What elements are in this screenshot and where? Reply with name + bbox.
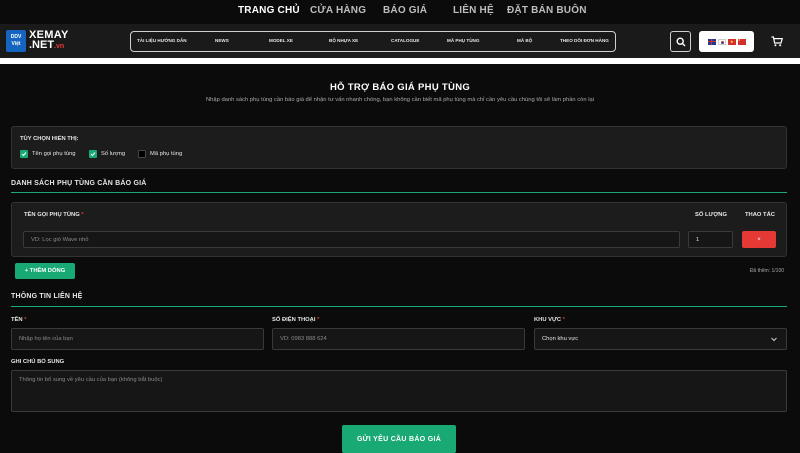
- flag-cn-icon[interactable]: ★: [737, 38, 746, 45]
- logo-badge: DDV Việt: [6, 30, 26, 52]
- phone-input[interactable]: VD: 0983 888 624: [272, 328, 525, 350]
- menu-news[interactable]: NEWS: [215, 38, 229, 43]
- phone-label: SỐ ĐIỆN THOẠI *: [272, 317, 320, 323]
- contact-section-title: THÔNG TIN LIÊN HỆ: [11, 293, 83, 300]
- menu-model[interactable]: MODEL XE: [269, 38, 293, 43]
- menu-catalogue[interactable]: CATALOGUE: [391, 38, 419, 43]
- parts-section-title: DANH SÁCH PHỤ TÙNG CẦN BÁO GIÁ: [11, 180, 147, 187]
- site-logo[interactable]: DDV Việt XEMAY .NET.vn: [6, 29, 69, 53]
- display-options-panel: TÙY CHỌN HIỂN THỊ: Tên gọi phụ tùng Số l…: [11, 126, 787, 169]
- cart-icon: [771, 36, 783, 47]
- menu-body-kit[interactable]: BỘ NHỰA XE: [329, 38, 358, 43]
- category-menu: TÀI LIỆU HƯỚNG DẪN NEWS MODEL XE BỘ NHỰA…: [130, 31, 616, 52]
- search-button[interactable]: [670, 31, 691, 52]
- note-textarea[interactable]: Thông tin bổ sung về yêu cầu của bạn (kh…: [11, 370, 787, 412]
- menu-docs[interactable]: TÀI LIỆU HƯỚNG DẪN: [137, 38, 187, 43]
- display-options-title: TÙY CHỌN HIỂN THỊ:: [20, 136, 79, 142]
- menu-part-code[interactable]: MÃ PHỤ TÙNG: [447, 38, 479, 43]
- check-icon: [90, 152, 96, 157]
- flag-vn-icon[interactable]: ★: [727, 38, 736, 45]
- option-part-name[interactable]: Tên gọi phụ tùng: [20, 150, 76, 158]
- region-label: KHU VỰC *: [534, 317, 565, 323]
- cart-button[interactable]: [762, 31, 792, 52]
- part-name-input[interactable]: VD: Lọc gió Wave nhỏ: [23, 231, 680, 248]
- check-icon: [21, 152, 27, 157]
- menu-order-tracking[interactable]: THEO DÕI ĐƠN HÀNG: [560, 38, 609, 43]
- nav-home[interactable]: TRANG CHỦ: [238, 5, 300, 16]
- menu-kit-code[interactable]: MÃ BỘ: [517, 38, 532, 43]
- submit-quote-button[interactable]: GỬI YÊU CẦU BÁO GIÁ: [342, 425, 456, 453]
- nav-quote[interactable]: BÁO GIÁ: [383, 5, 427, 16]
- page-title: HỖ TRỢ BÁO GIÁ PHỤ TÙNG: [329, 82, 471, 93]
- parts-table: TÊN GỌI PHỤ TÙNG * SỐ LƯỢNG THAO TÁC VD:…: [11, 202, 787, 257]
- region-select[interactable]: Chọn khu vực: [534, 328, 787, 350]
- page-subtitle: Nhập danh sách phụ tùng cần báo giá để n…: [205, 97, 595, 103]
- nav-contact[interactable]: LIÊN HỆ: [453, 5, 494, 16]
- checkbox-part-code[interactable]: [138, 150, 146, 158]
- flag-kr-icon[interactable]: [717, 38, 726, 45]
- col-quantity: SỐ LƯỢNG: [695, 212, 727, 218]
- checkbox-part-name[interactable]: [20, 150, 28, 158]
- nav-store[interactable]: CỬA HÀNG: [310, 5, 366, 16]
- top-nav: TRANG CHỦ CỬA HÀNG BÁO GIÁ LIÊN HỆ ĐẶT B…: [0, 0, 800, 24]
- name-input[interactable]: Nhập họ tên của bạn: [11, 328, 264, 350]
- language-switcher[interactable]: ★ ★: [699, 31, 754, 52]
- row-count: Đã thêm: 1/100: [749, 268, 784, 274]
- main-header: DDV Việt XEMAY .NET.vn TÀI LIỆU HƯỚNG DẪ…: [0, 24, 800, 58]
- option-part-code[interactable]: Mã phụ tùng: [138, 150, 182, 158]
- chevron-down-icon: [771, 337, 777, 342]
- nav-wholesale[interactable]: ĐẶT BÁN BUÔN: [507, 5, 587, 16]
- add-row-button[interactable]: + THÊM DÒNG: [15, 263, 75, 279]
- checkbox-quantity[interactable]: [89, 150, 97, 158]
- header-divider: [0, 58, 800, 64]
- delete-row-button[interactable]: ×: [742, 231, 776, 248]
- col-part-name: TÊN GỌI PHỤ TÙNG *: [24, 212, 84, 218]
- flag-uk-icon[interactable]: [707, 38, 716, 45]
- name-label: TÊN *: [11, 317, 27, 323]
- quantity-input[interactable]: 1: [688, 231, 733, 248]
- contact-section-divider: [11, 306, 787, 307]
- search-icon: [675, 36, 685, 46]
- note-label: GHI CHÚ BỔ SUNG: [11, 359, 65, 365]
- parts-section-divider: [11, 192, 787, 193]
- option-quantity[interactable]: Số lượng: [89, 150, 125, 158]
- col-action: THAO TÁC: [745, 212, 775, 218]
